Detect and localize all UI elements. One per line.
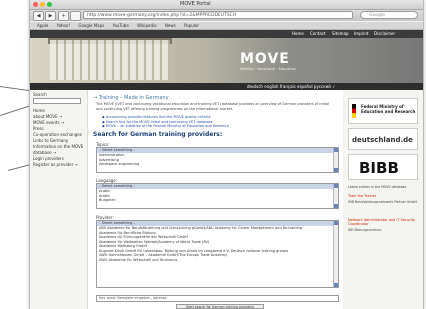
bookmarks-bar: Apple Yahoo! Google Maps YouTube Wikiped… bbox=[30, 22, 423, 30]
topics-listbox[interactable]: – Select something – Administration Adve… bbox=[96, 147, 339, 173]
nav-sitemap[interactable]: Sitemap bbox=[332, 31, 349, 36]
language-option[interactable]: Bulgarian bbox=[97, 198, 338, 203]
forward-button[interactable]: ▶ bbox=[45, 11, 56, 21]
breadcrumb: → Training – Made in Germany bbox=[93, 95, 169, 101]
topics-option[interactable]: Aerospace engineering bbox=[97, 162, 338, 167]
bullet-link[interactable]: ◆ MOVE – an initiative of the Federal Mi… bbox=[102, 124, 229, 129]
bibb-logo: BIBB bbox=[359, 159, 399, 177]
bookmark-item[interactable]: News bbox=[165, 23, 176, 28]
bookmark-item[interactable]: Yahoo! bbox=[57, 23, 70, 28]
window-controls[interactable] bbox=[33, 2, 52, 7]
bookmark-item[interactable]: Popular bbox=[184, 23, 199, 28]
top-navigation: Home Contact Sitemap Imprint Disclaimer bbox=[30, 30, 423, 38]
move-logo[interactable]: MOVE bbox=[240, 51, 290, 67]
language-bar: deutsch english français español русский… bbox=[30, 83, 423, 90]
keyword-input[interactable]: Key word: Beispiele eingeben, Adresse bbox=[96, 295, 339, 302]
intro-text: The MOVE (IVET and continuing vocational… bbox=[96, 102, 329, 111]
latest-entries-label: Latest entries in the MOVE database bbox=[348, 185, 407, 189]
entry-link[interactable]: Network Administrator and IT Security Co… bbox=[348, 218, 418, 226]
country-portal-logo: deutschland.de bbox=[352, 136, 413, 144]
flag-icon bbox=[352, 104, 356, 118]
sidebar-search-label: Search bbox=[33, 92, 47, 97]
sidebar: Search Home about MOVE → MOVE events → P… bbox=[30, 90, 85, 309]
bookmark-item[interactable]: Apple bbox=[37, 23, 48, 28]
window-title: MOVE Portal bbox=[180, 1, 211, 7]
logo-subtitle: Mobility · Vocational · Education bbox=[240, 67, 296, 71]
ministry-name: Federal Ministry of Education and Resear… bbox=[361, 104, 416, 114]
bullet-links: ◆ Announcing provider features find the … bbox=[102, 115, 229, 129]
bibb-logo-card[interactable]: BIBB bbox=[348, 154, 418, 180]
title-bar: MOVE Portal bbox=[30, 0, 423, 10]
language-listbox[interactable]: – Select something – Arabic Arabic Bulga… bbox=[96, 183, 339, 209]
provider-scrollbar[interactable] bbox=[333, 221, 338, 287]
bookmark-add-button[interactable] bbox=[70, 11, 81, 21]
sidebar-item-register[interactable]: Register as provider → bbox=[33, 162, 85, 168]
sidebar-search-input[interactable] bbox=[33, 98, 81, 104]
right-sidebar: Federal Ministry of Education and Resear… bbox=[344, 90, 423, 309]
bookmark-item[interactable]: Google Maps bbox=[78, 23, 104, 28]
close-window-icon[interactable] bbox=[33, 2, 38, 7]
zoom-window-icon[interactable] bbox=[47, 2, 52, 7]
main-content: → Training – Made in Germany The MOVE (I… bbox=[87, 90, 343, 309]
search-heading: Search for German training providers: bbox=[93, 131, 223, 138]
ministry-logo-card[interactable]: Federal Ministry of Education and Resear… bbox=[348, 98, 418, 124]
language-links[interactable]: deutsch english français español русский… bbox=[247, 84, 335, 89]
building-image bbox=[50, 40, 170, 80]
back-button[interactable]: ◀ bbox=[33, 11, 44, 21]
bookmark-item[interactable]: YouTube bbox=[113, 23, 129, 28]
web-page: Home Contact Sitemap Imprint Disclaimer … bbox=[30, 30, 423, 309]
sidebar-item-database-info[interactable]: Information on the MOVE database → bbox=[33, 144, 85, 156]
sidebar-menu: Home about MOVE → MOVE events → Press Co… bbox=[33, 108, 85, 168]
nav-contact[interactable]: Contact bbox=[310, 31, 326, 36]
provider-listbox[interactable]: – Select something – ABS Akademie für Be… bbox=[96, 220, 339, 288]
entry-text: IHK Bildungszentrum bbox=[348, 228, 382, 232]
search-field[interactable]: Google bbox=[360, 11, 418, 19]
reload-button[interactable]: + bbox=[58, 11, 69, 21]
bullet-link[interactable]: ◆ Announcing provider features find the … bbox=[102, 115, 229, 120]
provider-option[interactable]: AWO Akademie für Wirtschaft und Tourismu… bbox=[97, 258, 338, 263]
provider-option[interactable]: ABS Akademie für Berufsförderung und Ums… bbox=[97, 226, 338, 231]
nav-disclaimer[interactable]: Disclaimer bbox=[374, 31, 395, 36]
browser-window: MOVE Portal ◀ ▶ + http://www.move-german… bbox=[29, 0, 424, 309]
entry-text: IMB Berufsbildungsnetzwerk Partner GmbH bbox=[348, 200, 417, 204]
country-portal-card[interactable]: deutschland.de bbox=[348, 128, 418, 150]
minimize-window-icon[interactable] bbox=[40, 2, 45, 7]
address-bar[interactable]: http://www.move-germany.org/index.php?id… bbox=[83, 11, 353, 19]
search-submit-button[interactable]: Start search for German training provide… bbox=[176, 304, 264, 309]
bookmark-item[interactable]: Wikipedia bbox=[137, 23, 157, 28]
entry-link[interactable]: Train the Trainer bbox=[348, 194, 376, 198]
language-scrollbar[interactable] bbox=[333, 184, 338, 208]
topics-scrollbar[interactable] bbox=[333, 148, 338, 172]
nav-home[interactable]: Home bbox=[292, 31, 304, 36]
nav-imprint[interactable]: Imprint bbox=[354, 31, 368, 36]
toolbar: ◀ ▶ + http://www.move-germany.org/index.… bbox=[30, 10, 423, 21]
header-banner: MOVE Mobility · Vocational · Education bbox=[30, 38, 423, 83]
